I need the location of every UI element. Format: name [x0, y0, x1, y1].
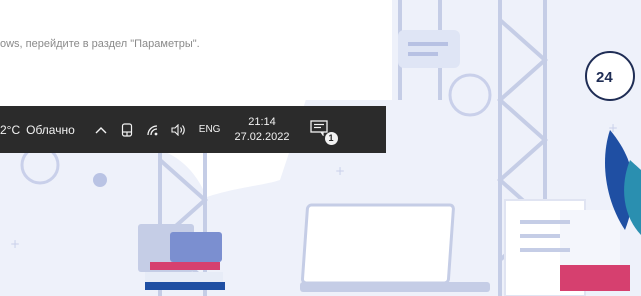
support-24-badge: 24 — [596, 69, 613, 86]
input-language-indicator[interactable]: ENG — [199, 124, 221, 135]
chat-bubble-icon — [398, 30, 460, 68]
weather-temperature: 2°C — [0, 122, 21, 137]
notification-icon — [309, 119, 328, 137]
settings-notice-text: ows, перейдите в раздел "Параметры". — [0, 38, 200, 50]
system-tray: ENG — [93, 122, 221, 138]
wifi-icon[interactable] — [145, 122, 161, 138]
volume-icon[interactable] — [171, 122, 187, 138]
svg-text:+: + — [608, 121, 618, 135]
settings-notice-area: ows, перейдите в раздел "Параметры". — [0, 0, 392, 100]
weather-condition: Облачно — [26, 122, 75, 137]
windows-taskbar: 2°C Облачно ENG 21:14 27.02.2022 1 — [0, 106, 386, 153]
notification-count-badge: 1 — [324, 131, 338, 145]
small-gear-icon — [93, 173, 107, 187]
clock-date: 27.02.2022 — [234, 130, 290, 143]
svg-text:+: + — [335, 164, 345, 178]
touchpad-icon[interactable] — [119, 122, 135, 138]
weather-widget[interactable]: 2°C Облачно — [0, 123, 75, 137]
clock-time: 21:14 — [248, 115, 276, 128]
svg-text:+: + — [10, 237, 20, 251]
taskbar-clock[interactable]: 21:14 27.02.2022 — [234, 115, 289, 145]
action-center-button[interactable]: 1 — [309, 119, 338, 145]
show-hidden-icons-chevron-up-icon[interactable] — [93, 122, 109, 138]
